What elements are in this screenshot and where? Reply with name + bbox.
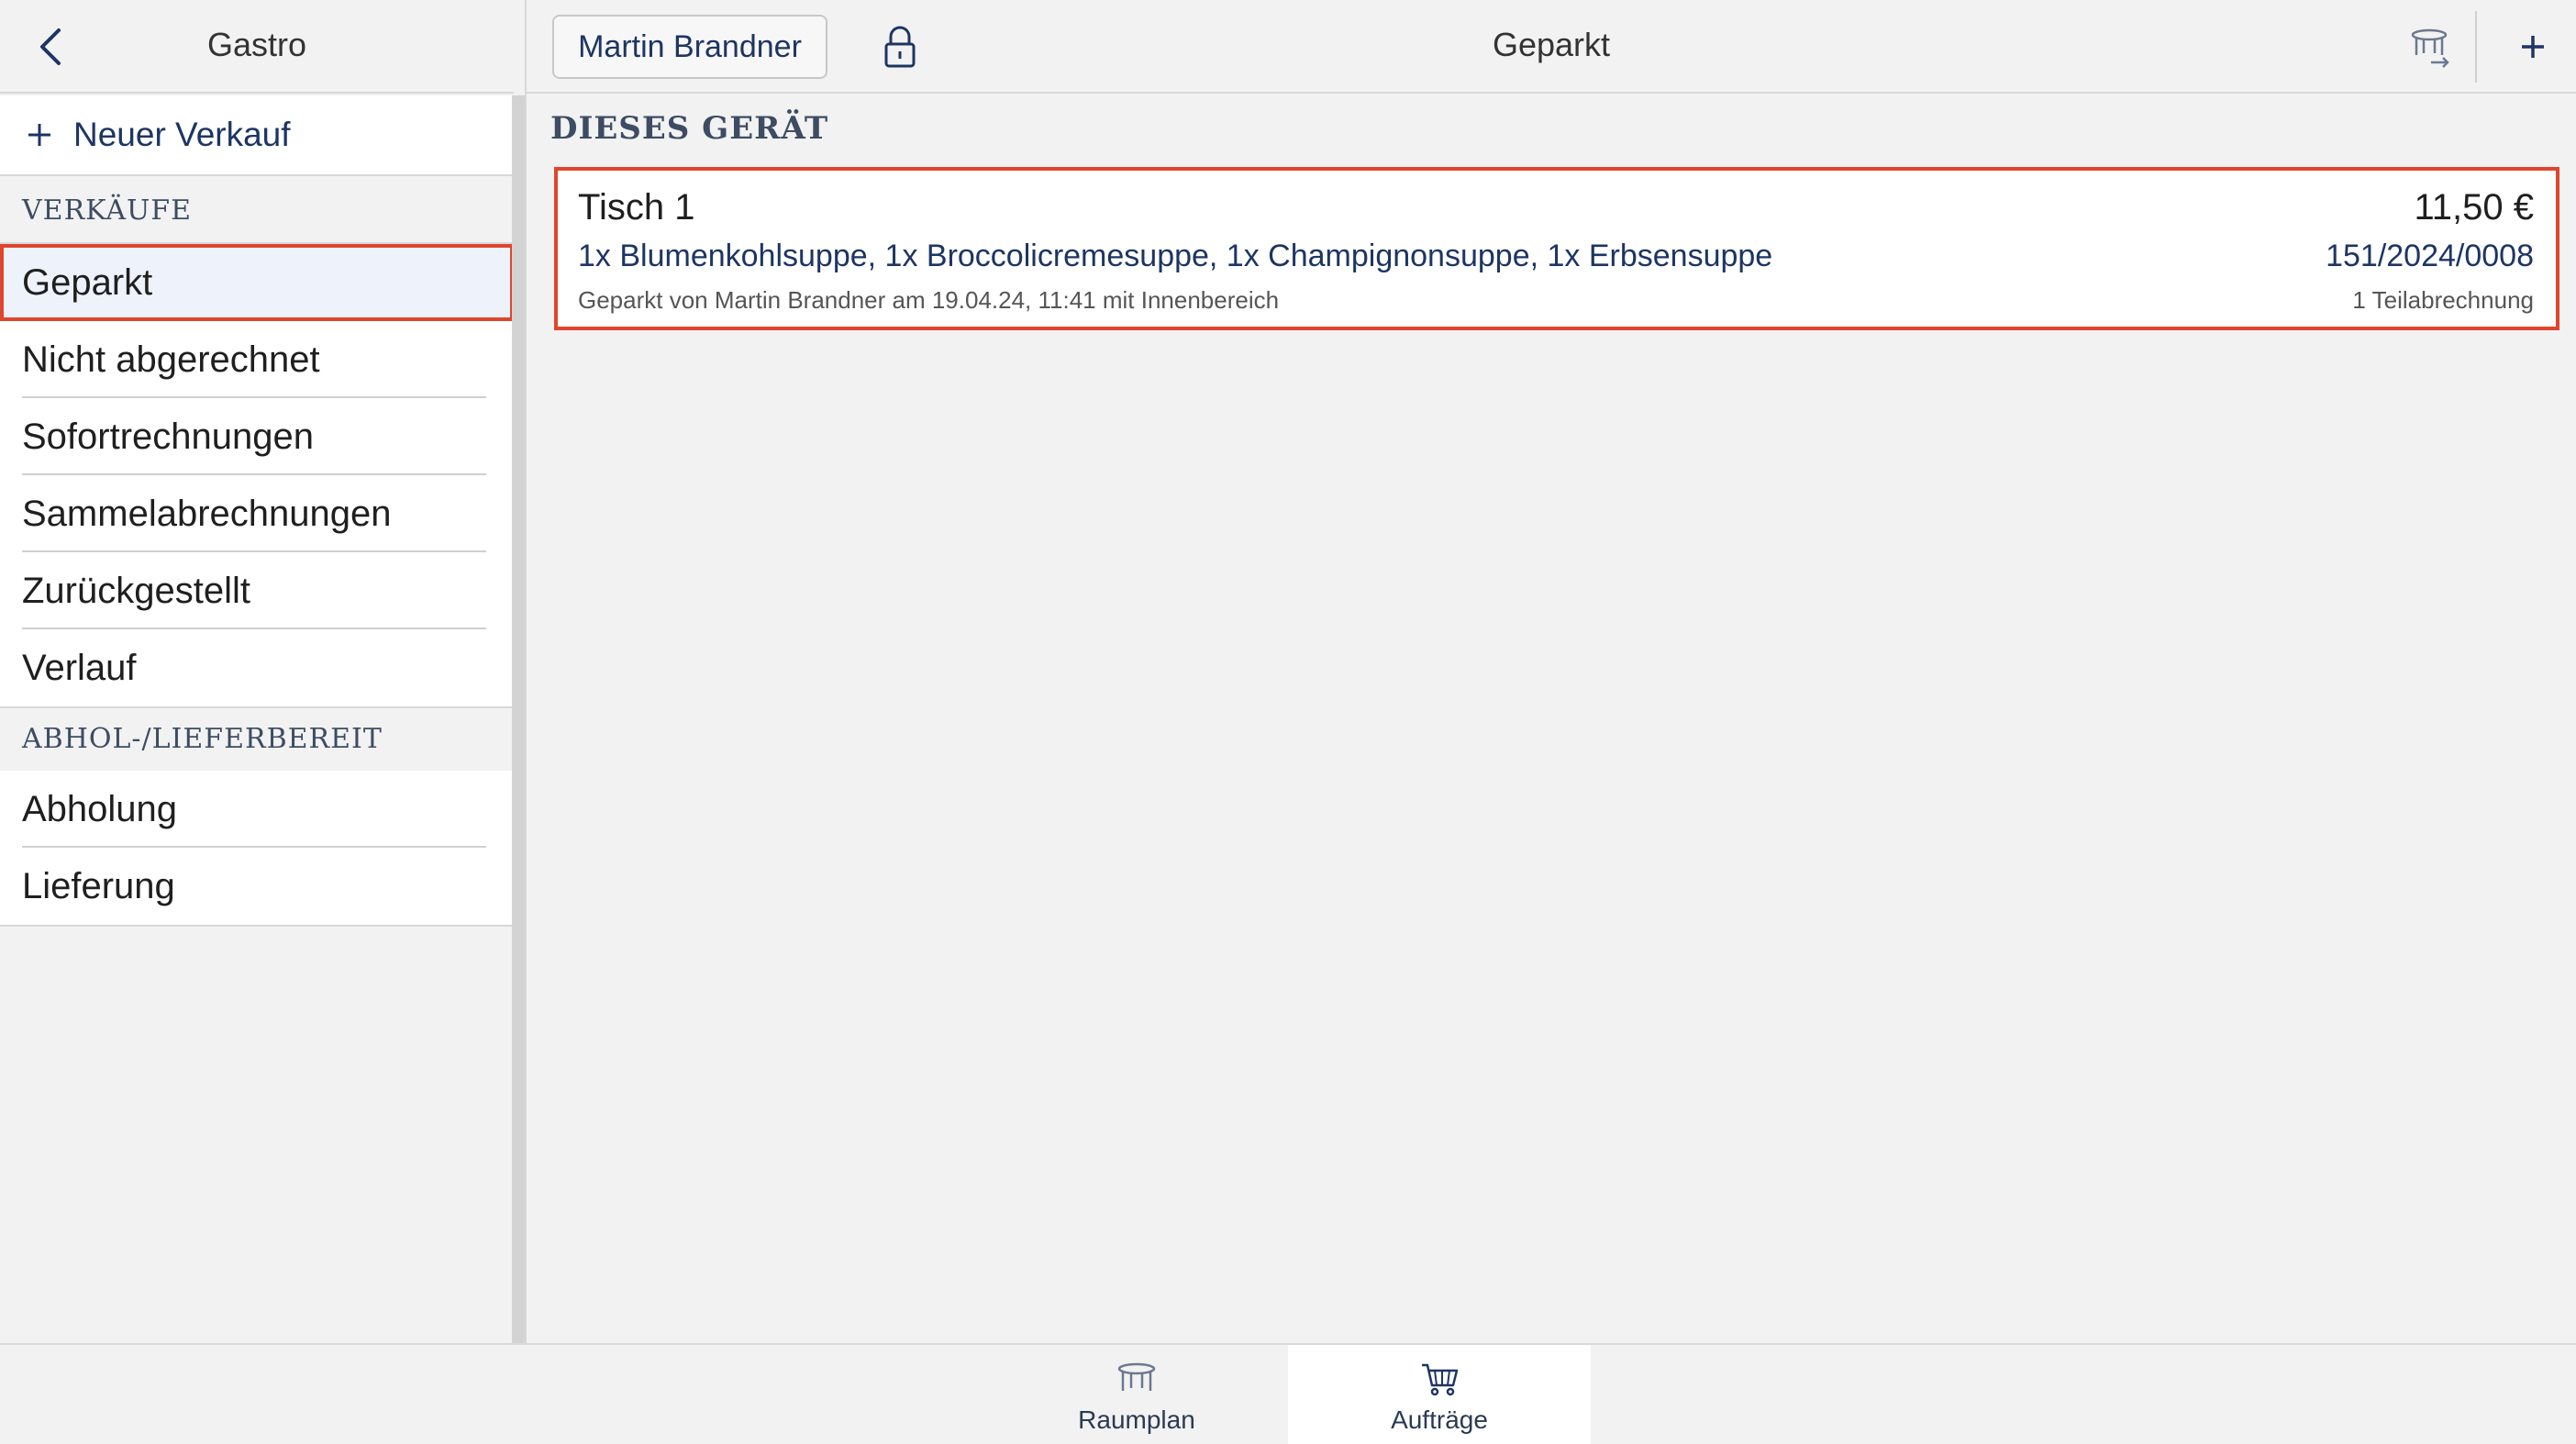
nav-item-lieferung[interactable]: Lieferung bbox=[0, 848, 514, 925]
nav-item-abholung[interactable]: Abholung bbox=[0, 771, 514, 848]
sidebar: Gastro Neuer Verkauf VERKÄUFE Geparkt Ni… bbox=[0, 0, 527, 1343]
section-header-pickup-delivery: ABHOL-/LIEFERBEREIT bbox=[0, 706, 514, 772]
table-icon bbox=[2411, 28, 2449, 68]
new-sale-button[interactable]: Neuer Verkauf bbox=[0, 95, 514, 176]
page-title: Geparkt bbox=[1492, 26, 1611, 63]
table-transfer-button[interactable] bbox=[2405, 22, 2457, 73]
cart-icon bbox=[1422, 1363, 1459, 1396]
pickup-nav-group: Abholung Lieferung bbox=[0, 771, 514, 927]
tab-auftraege[interactable]: Aufträge bbox=[1288, 1345, 1591, 1444]
plus-icon bbox=[28, 124, 50, 146]
nav-item-label: Zurückgestellt bbox=[22, 570, 250, 611]
nav-item-sammelabrechnungen[interactable]: Sammelabrechnungen bbox=[0, 475, 514, 552]
table-icon bbox=[1117, 1362, 1156, 1391]
tab-label: Raumplan bbox=[1078, 1405, 1195, 1434]
app-window: Gastro Neuer Verkauf VERKÄUFE Geparkt Ni… bbox=[0, 0, 2576, 1444]
section-header-sales: VERKÄUFE bbox=[0, 178, 514, 244]
main-panel: Martin Brandner Geparkt DIESES GERÄT Tis… bbox=[527, 0, 2576, 1343]
order-number: 151/2024/0008 bbox=[2326, 239, 2534, 273]
nav-item-nicht-abgerechnet[interactable]: Nicht abgerechnet bbox=[0, 321, 514, 398]
nav-item-label: Abholung bbox=[22, 788, 178, 829]
order-meta: Geparkt von Martin Brandner am 19.04.24,… bbox=[578, 286, 1280, 314]
header-divider bbox=[2475, 11, 2477, 83]
nav-item-label: Nicht abgerechnet bbox=[22, 339, 320, 380]
parked-order-card[interactable]: Tisch 1 11,50 € 1x Blumenkohlsuppe, 1x B… bbox=[554, 167, 2559, 330]
nav-item-geparkt[interactable]: Geparkt bbox=[0, 244, 514, 321]
sidebar-scrollbar[interactable] bbox=[512, 95, 525, 1343]
nav-item-verlauf[interactable]: Verlauf bbox=[0, 629, 514, 706]
add-button[interactable] bbox=[2510, 24, 2556, 70]
order-items: 1x Blumenkohlsuppe, 1x Broccolicremesupp… bbox=[578, 239, 1773, 273]
bottom-tab-bar: Raumplan Aufträge bbox=[0, 1343, 2576, 1444]
order-amount: 11,50 € bbox=[2414, 187, 2535, 228]
sidebar-header: Gastro bbox=[0, 0, 514, 94]
plus-icon bbox=[2522, 36, 2544, 58]
nav-item-label: Sammelabrechnungen bbox=[22, 493, 392, 534]
sidebar-title: Gastro bbox=[206, 26, 307, 63]
main-header: Martin Brandner Geparkt bbox=[527, 0, 2576, 94]
user-button[interactable]: Martin Brandner bbox=[552, 15, 827, 79]
order-title: Tisch 1 bbox=[578, 187, 695, 228]
nav-item-sofortrechnungen[interactable]: Sofortrechnungen bbox=[0, 398, 514, 475]
new-sale-label: Neuer Verkauf bbox=[73, 116, 291, 153]
tab-label: Aufträge bbox=[1391, 1405, 1488, 1434]
lock-icon bbox=[884, 26, 916, 68]
nav-item-zurueckgestellt[interactable]: Zurückgestellt bbox=[0, 552, 514, 629]
nav-item-label: Verlauf bbox=[22, 647, 137, 688]
order-partial-count: 1 Teilabrechnung bbox=[2352, 286, 2534, 314]
sales-nav-group: Geparkt Nicht abgerechnet Sofortrechnung… bbox=[0, 244, 514, 708]
nav-item-label: Sofortrechnungen bbox=[22, 416, 315, 457]
nav-item-label: Lieferung bbox=[22, 865, 175, 906]
nav-item-label: Geparkt bbox=[22, 261, 153, 303]
device-group-label: DIESES GERÄT bbox=[550, 110, 829, 147]
lock-button[interactable] bbox=[875, 22, 925, 72]
tab-raumplan[interactable]: Raumplan bbox=[985, 1345, 1288, 1444]
